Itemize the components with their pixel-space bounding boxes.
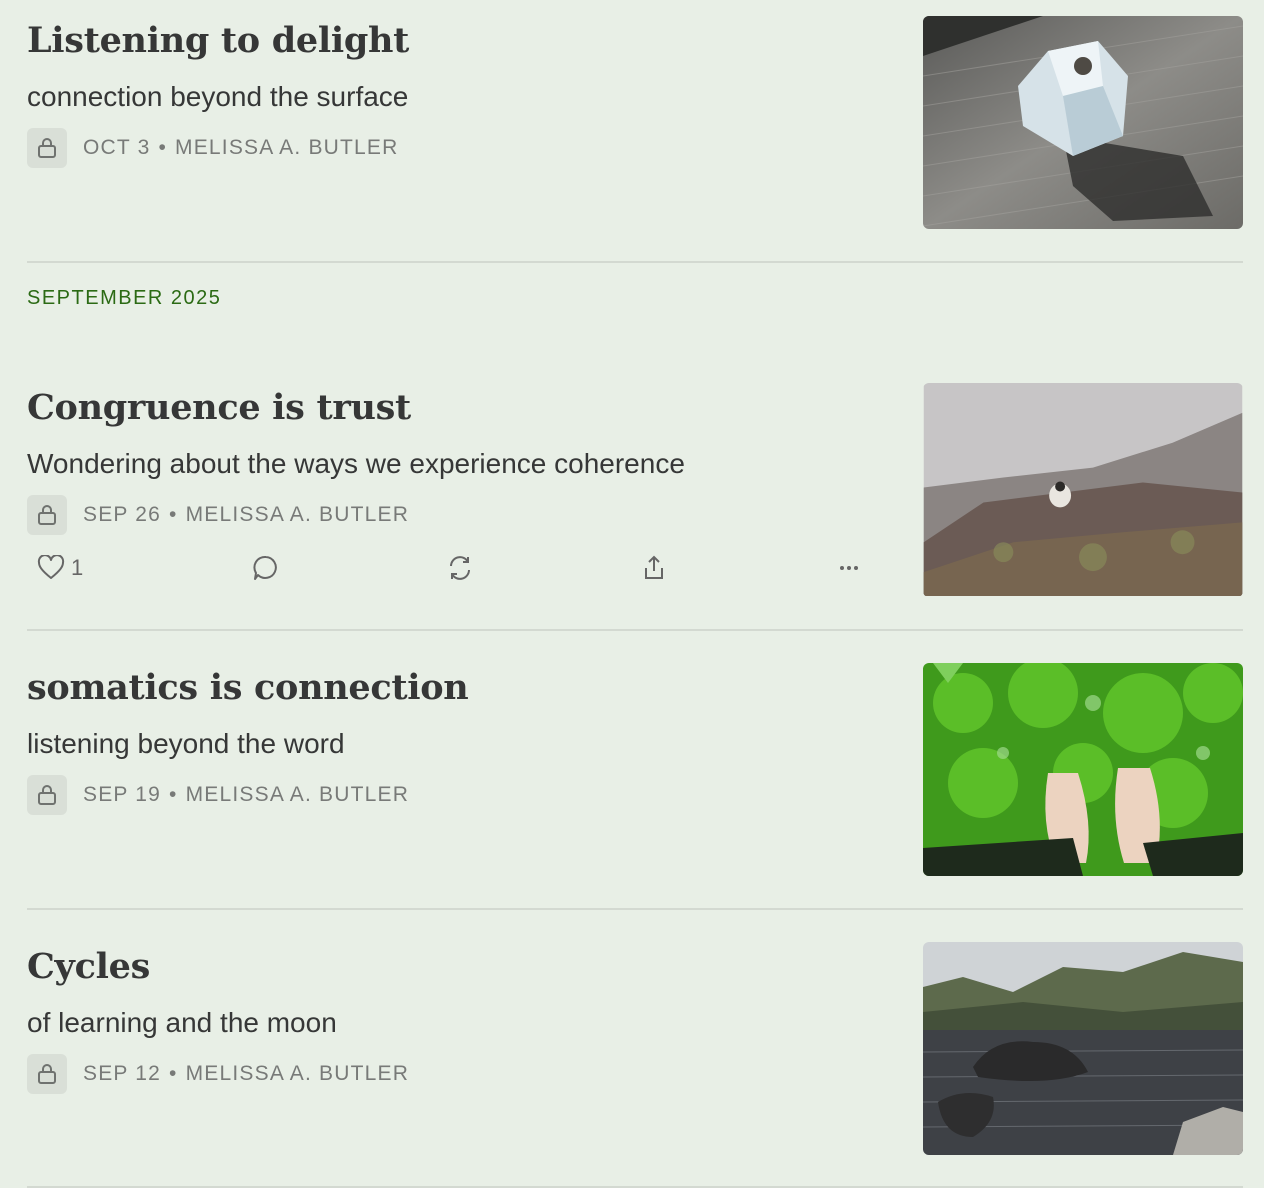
post-thumbnail-sheep[interactable]: [923, 383, 1243, 597]
like-button[interactable]: 1: [37, 548, 83, 588]
comment-button[interactable]: [252, 548, 280, 588]
post-date: SEP 12: [83, 1062, 162, 1085]
heart-icon: [37, 555, 65, 579]
share-button[interactable]: [640, 548, 668, 588]
post-meta-text: SEP 12 • MELISSA A. BUTLER: [83, 1062, 409, 1086]
post-date: OCT 3: [83, 136, 151, 159]
divider: [27, 629, 1243, 631]
post-meta: SEP 19 • MELISSA A. BUTLER: [27, 775, 409, 815]
meta-separator: •: [169, 783, 178, 806]
post-meta-text: SEP 26 • MELISSA A. BUTLER: [83, 503, 409, 527]
more-icon: [840, 566, 858, 570]
post-title[interactable]: somatics is connection: [27, 666, 469, 710]
post-title[interactable]: Cycles: [27, 945, 150, 989]
post-meta: SEP 12 • MELISSA A. BUTLER: [27, 1054, 409, 1094]
meta-separator: •: [169, 503, 178, 526]
restack-icon: [450, 556, 470, 580]
lock-icon: [27, 495, 67, 535]
lock-icon: [27, 128, 67, 168]
post-author[interactable]: MELISSA A. BUTLER: [186, 1062, 409, 1085]
like-count: 1: [71, 555, 84, 580]
post-thumbnail-crystal[interactable]: [923, 16, 1243, 229]
post-author[interactable]: MELISSA A. BUTLER: [186, 503, 409, 526]
meta-separator: •: [169, 1062, 178, 1085]
meta-separator: •: [158, 136, 168, 159]
post-date: SEP 19: [83, 783, 162, 806]
restack-button[interactable]: [446, 548, 474, 588]
post-feed: Listening to delight connection beyond t…: [0, 0, 1264, 1188]
post-title[interactable]: Congruence is trust: [27, 386, 411, 430]
post-author[interactable]: MELISSA A. BUTLER: [175, 136, 398, 159]
divider: [27, 908, 1243, 910]
lock-icon: [27, 1054, 67, 1094]
comment-icon: [253, 555, 277, 580]
post-subtitle: of learning and the moon: [27, 1007, 337, 1038]
post-item[interactable]: Listening to delight connection beyond t…: [27, 16, 1243, 229]
post-author[interactable]: MELISSA A. BUTLER: [186, 783, 409, 806]
post-thumbnail-moss[interactable]: [923, 663, 1243, 876]
post-title[interactable]: Listening to delight: [27, 19, 409, 63]
post-thumbnail-lake[interactable]: [923, 942, 1243, 1155]
post-meta-text: OCT 3 • MELISSA A. BUTLER: [83, 136, 399, 160]
post-item[interactable]: Congruence is trust Wondering about the …: [27, 383, 1243, 597]
post-item[interactable]: somatics is connection listening beyond …: [27, 663, 1243, 876]
post-subtitle: listening beyond the word: [27, 728, 345, 759]
post-item[interactable]: Cycles of learning and the moon SEP 12 • M…: [27, 942, 1243, 1155]
post-meta: SEP 26 • MELISSA A. BUTLER: [27, 495, 409, 535]
post-meta: OCT 3 • MELISSA A. BUTLER: [27, 128, 399, 168]
post-subtitle: Wondering about the ways we experience c…: [27, 448, 685, 479]
share-icon: [645, 555, 663, 579]
section-label: SEPTEMBER 2025: [27, 287, 222, 309]
divider: [27, 261, 1243, 263]
post-actions: 1: [27, 548, 887, 588]
post-date: SEP 26: [83, 503, 162, 526]
post-meta-text: SEP 19 • MELISSA A. BUTLER: [83, 783, 409, 807]
post-subtitle: connection beyond the surface: [27, 81, 409, 112]
lock-icon: [27, 775, 67, 815]
more-button[interactable]: [835, 548, 863, 588]
